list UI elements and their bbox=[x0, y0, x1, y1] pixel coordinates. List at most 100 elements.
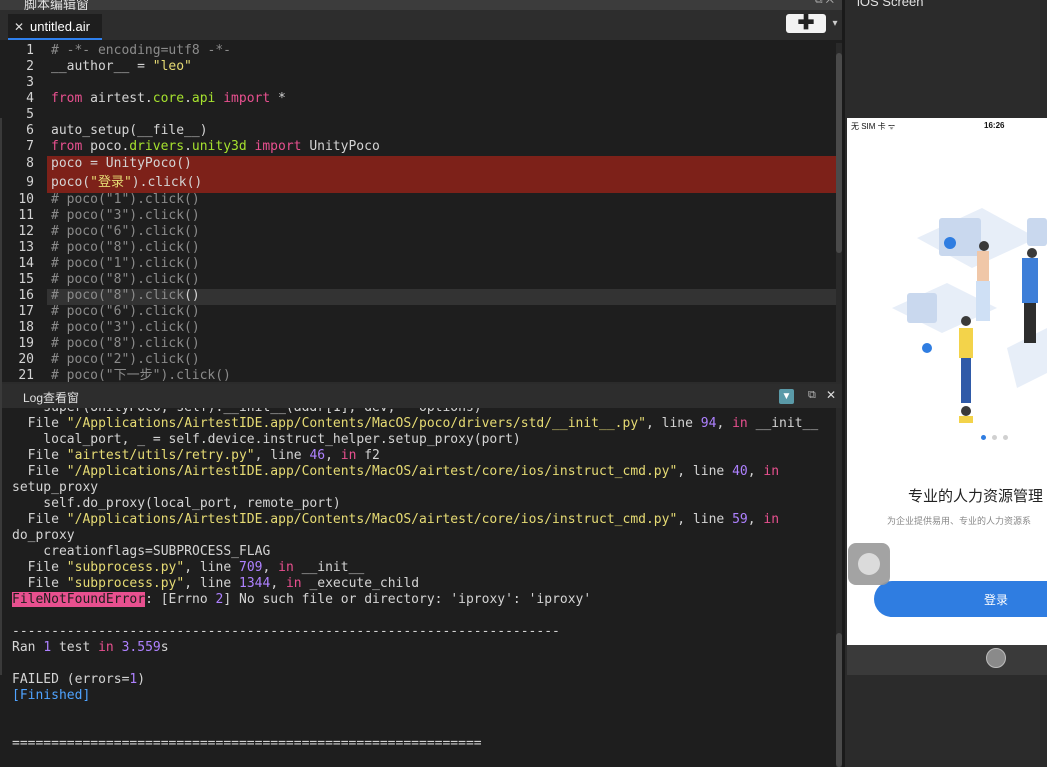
page-dot[interactable] bbox=[992, 435, 997, 440]
log-token: , line bbox=[254, 448, 310, 463]
code-line[interactable]: 7 from poco.drivers.unity3d import UnityP… bbox=[0, 139, 836, 155]
log-token: , line bbox=[645, 416, 701, 431]
log-token: "subprocess.py" bbox=[66, 576, 185, 591]
tab-untitled-air[interactable]: ✕ untitled.air bbox=[8, 14, 102, 40]
code-line[interactable]: 9 poco("登录").click() bbox=[0, 175, 836, 191]
code-line[interactable]: 8 poco = UnityPoco() bbox=[0, 156, 836, 172]
code-token: # poco("3").click() bbox=[51, 208, 200, 223]
chevron-down-icon[interactable]: ▾ bbox=[828, 14, 842, 33]
code-text: from poco.drivers.unity3d import UnityPo… bbox=[51, 139, 380, 155]
log-token: , line bbox=[184, 560, 239, 575]
close-icon[interactable]: ✕ bbox=[826, 388, 836, 402]
page-indicator bbox=[981, 435, 1013, 441]
log-token: Ran bbox=[12, 640, 44, 655]
line-number: 1 bbox=[26, 43, 34, 58]
add-script-button[interactable]: ✚ bbox=[786, 13, 826, 33]
log-token: "airtest/utils/retry.py" bbox=[66, 448, 255, 463]
log-token: : [Errno bbox=[145, 592, 216, 607]
panel-window-buttons[interactable]: ⧉ ✕ bbox=[815, 0, 834, 7]
code-token: # poco("3").click() bbox=[51, 320, 200, 335]
log-token: 59 bbox=[732, 512, 748, 527]
code-line[interactable]: 17 # poco("6").click() bbox=[0, 304, 836, 320]
code-line[interactable]: 19 # poco("8").click() bbox=[0, 336, 836, 352]
onboarding-subtitle: 为企业提供易用、专业的人力资源系 bbox=[887, 516, 1032, 526]
code-line[interactable]: 15 # poco("8").click() bbox=[0, 272, 836, 288]
code-line[interactable]: 13 # poco("8").click() bbox=[0, 240, 836, 256]
login-button[interactable]: 登录 bbox=[874, 581, 1047, 617]
code-line[interactable]: 14 # poco("1").click() bbox=[0, 256, 836, 272]
log-token: do_proxy bbox=[12, 528, 75, 543]
log-line: File "/Applications/AirtestIDE.app/Conte… bbox=[12, 416, 836, 432]
filter-icon[interactable]: ▼ bbox=[779, 389, 794, 404]
code-text: # poco("3").click() bbox=[51, 320, 200, 336]
log-token: File bbox=[12, 576, 67, 591]
log-token: 3.559 bbox=[121, 640, 161, 655]
code-line[interactable]: 1 # -*- encoding=utf8 -*- bbox=[0, 43, 836, 59]
log-token: , bbox=[270, 576, 286, 591]
code-token: api bbox=[191, 91, 216, 106]
log-token bbox=[114, 640, 122, 655]
log-token: File bbox=[12, 416, 67, 431]
log-line: File "subprocess.py", line 1344, in _exe… bbox=[12, 576, 836, 592]
line-number: 11 bbox=[18, 208, 34, 223]
log-token: FAILED (errors= bbox=[12, 672, 130, 687]
log-line: File "subprocess.py", line 709, in __ini… bbox=[12, 560, 836, 576]
log-token: , bbox=[716, 416, 733, 431]
code-line[interactable]: 18 # poco("3").click() bbox=[0, 320, 836, 336]
code-line[interactable]: 21 # poco("下一步").click() bbox=[0, 368, 836, 382]
code-line[interactable]: 11 # poco("3").click() bbox=[0, 208, 836, 224]
code-text: # poco("8").click() bbox=[51, 272, 200, 288]
log-token: , line bbox=[677, 512, 733, 527]
code-text: # poco("6").click() bbox=[51, 304, 200, 320]
log-token: creationflags=SUBPROCESS_FLAG bbox=[12, 544, 271, 559]
log-output[interactable]: super(UnityPoco, self).__init__(addr[1],… bbox=[0, 408, 836, 767]
log-token: , bbox=[747, 464, 764, 479]
code-token: airtest. bbox=[82, 91, 153, 106]
code-token: # poco("1").click() bbox=[51, 192, 200, 207]
code-line[interactable]: 10 # poco("1").click() bbox=[0, 192, 836, 208]
line-number: 20 bbox=[18, 352, 34, 367]
code-line[interactable]: 6 auto_setup(__file__) bbox=[0, 123, 836, 139]
code-token: . bbox=[184, 139, 192, 154]
code-token: . bbox=[184, 91, 192, 106]
assistive-touch-button[interactable] bbox=[848, 543, 890, 585]
log-token: "subprocess.py" bbox=[66, 560, 185, 575]
code-line[interactable]: 3 bbox=[0, 75, 836, 91]
code-text: # poco("8").click() bbox=[51, 240, 200, 256]
page-dot-active[interactable] bbox=[981, 435, 986, 440]
code-text: # poco("8").click() bbox=[51, 336, 200, 352]
assistive-touch-icon bbox=[858, 553, 880, 575]
code-line[interactable]: 12 # poco("6").click() bbox=[0, 224, 836, 240]
code-token: import bbox=[223, 91, 271, 106]
log-token: ) bbox=[137, 672, 146, 687]
line-number: 13 bbox=[18, 240, 34, 255]
code-text: # poco("2").click() bbox=[51, 352, 200, 368]
log-token: , line bbox=[184, 576, 239, 591]
page-dot[interactable] bbox=[1003, 435, 1008, 440]
line-number: 4 bbox=[26, 91, 34, 106]
code-line[interactable]: 4 from airtest.core.api import * bbox=[0, 91, 836, 107]
code-line[interactable]: 16 # poco("8").click() bbox=[0, 288, 836, 304]
login-button-label: 登录 bbox=[983, 593, 1008, 607]
code-area[interactable]: 1 # -*- encoding=utf8 -*- 2 __author__ = "l… bbox=[0, 43, 836, 382]
code-token: __author__ = bbox=[51, 59, 153, 74]
code-text: # poco("8").click() bbox=[51, 288, 200, 304]
code-line[interactable]: 2 __author__ = "leo" bbox=[0, 59, 836, 75]
code-token: drivers bbox=[129, 139, 185, 154]
log-token: "/Applications/AirtestIDE.app/Contents/M… bbox=[66, 512, 678, 527]
line-number: 3 bbox=[26, 75, 34, 90]
code-text: # poco("1").click() bbox=[51, 256, 200, 272]
code-line[interactable]: 20 # poco("2").click() bbox=[0, 352, 836, 368]
code-token: # poco("2").click() bbox=[51, 352, 200, 367]
home-button[interactable] bbox=[986, 648, 1006, 668]
code-line[interactable]: 5 bbox=[0, 107, 836, 123]
code-text: auto_setup(__file__) bbox=[51, 123, 208, 139]
float-panel-icon[interactable]: ⧉ bbox=[808, 389, 816, 402]
log-token: , bbox=[325, 448, 341, 463]
log-line: [Finished] bbox=[12, 688, 836, 704]
log-token: "/Applications/AirtestIDE.app/Contents/M… bbox=[66, 416, 646, 431]
log-token: , bbox=[262, 560, 279, 575]
tab-close-icon[interactable]: ✕ bbox=[14, 14, 24, 40]
